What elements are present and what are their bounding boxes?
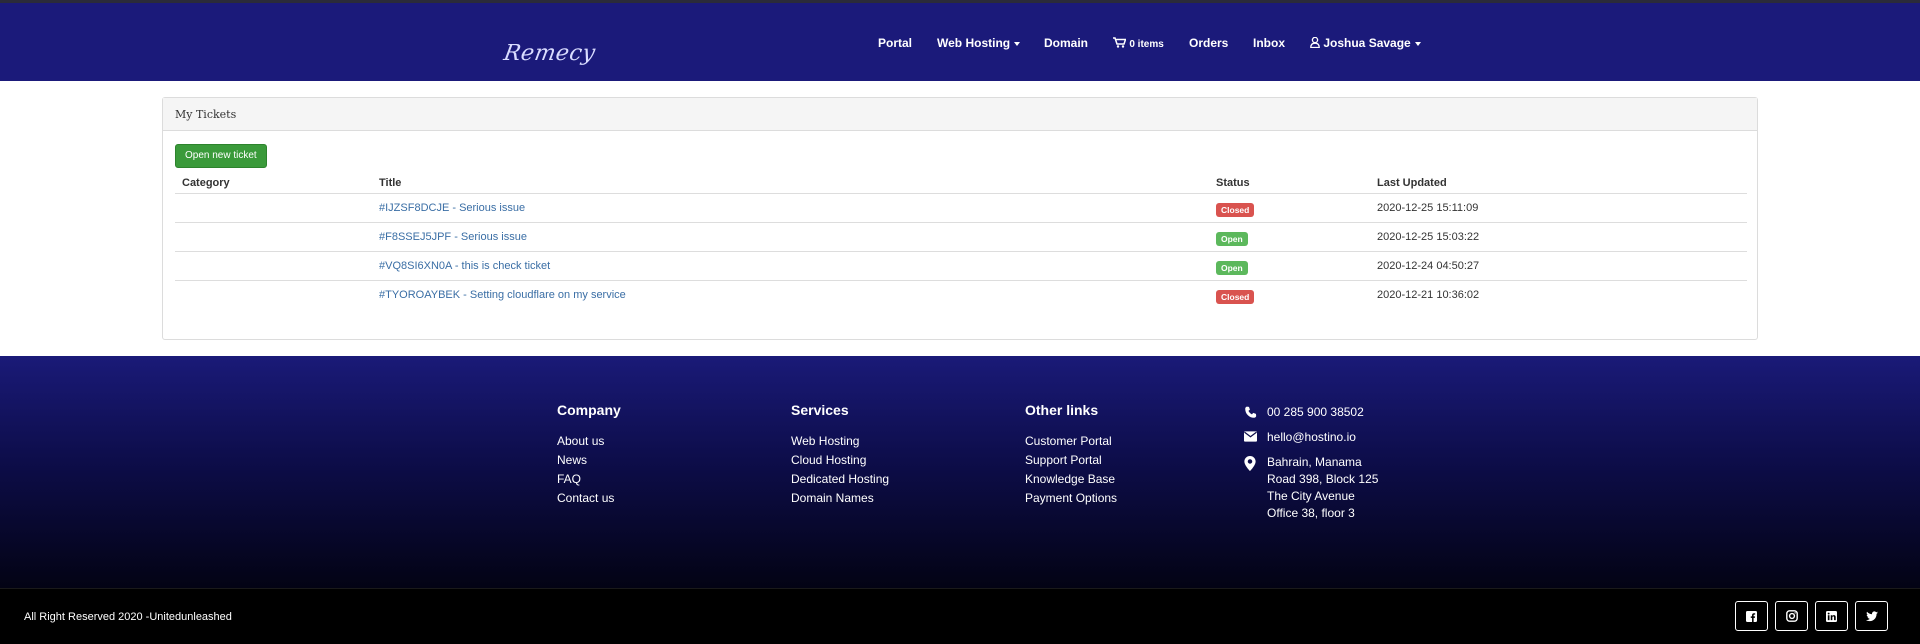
nav-domain[interactable]: Domain	[1044, 36, 1088, 50]
top-navbar: Remecy Portal Web Hosting Domain 0 items…	[0, 0, 1920, 81]
tickets-table: Category Title Status Last Updated #IJZS…	[175, 172, 1747, 310]
ticket-title-link[interactable]: #VQ8SI6XN0A - this is check ticket	[379, 260, 550, 272]
table-row: #IJZSF8DCJE - Serious issue Closed 2020-…	[175, 194, 1747, 223]
phone-number[interactable]: 00 285 900 38502	[1267, 405, 1364, 419]
chevron-down-icon	[1414, 41, 1421, 46]
cart-icon	[1113, 37, 1127, 48]
nav-portal[interactable]: Portal	[878, 36, 912, 50]
table-header: Category Title Status Last Updated	[175, 172, 1747, 194]
address-line: Bahrain, Manama	[1267, 455, 1362, 469]
address-line: Office 38, floor 3	[1267, 506, 1355, 520]
status-badge: Closed	[1216, 290, 1255, 304]
chevron-down-icon	[1014, 41, 1021, 46]
instagram-icon	[1785, 610, 1798, 622]
status-badge: Closed	[1216, 203, 1255, 217]
footer-link-contact-us[interactable]: Contact us	[557, 489, 621, 508]
ticket-updated: 2020-12-21 10:36:02	[1377, 289, 1480, 301]
ticket-updated: 2020-12-25 15:03:22	[1377, 231, 1480, 243]
phone-icon	[1245, 406, 1257, 418]
footer-link-dedicated-hosting[interactable]: Dedicated Hosting	[791, 470, 889, 489]
facebook-icon	[1746, 610, 1757, 622]
footer-contact: 00 285 900 38502 hello@hostino.io Bahrai…	[1244, 404, 1378, 530]
footer-link-customer-portal[interactable]: Customer Portal	[1025, 432, 1117, 451]
table-row: #VQ8SI6XN0A - this is check ticket Open …	[175, 252, 1747, 281]
table-row: #F8SSEJ5JPF - Serious issue Open 2020-12…	[175, 223, 1747, 252]
address-line: Road 398, Block 125	[1267, 472, 1379, 486]
column-status[interactable]: Status	[1216, 177, 1250, 189]
footer-services-column: Services Web Hosting Cloud Hosting Dedic…	[791, 402, 889, 508]
footer-link-payment-options[interactable]: Payment Options	[1025, 489, 1117, 508]
nav-cart[interactable]: 0 items	[1113, 36, 1164, 50]
column-title[interactable]: Title	[379, 177, 401, 189]
footer-heading: Other links	[1025, 402, 1099, 418]
contact-address: Bahrain, Manama Road 398, Block 125 The …	[1244, 454, 1378, 522]
facebook-button[interactable]	[1735, 601, 1768, 631]
footer-link-news[interactable]: News	[557, 451, 621, 470]
column-last-updated[interactable]: Last Updated	[1377, 177, 1447, 189]
ticket-title-link[interactable]: #F8SSEJ5JPF - Serious issue	[379, 231, 527, 243]
footer-link-cloud-hosting[interactable]: Cloud Hosting	[791, 451, 889, 470]
ticket-updated: 2020-12-25 15:11:09	[1377, 202, 1479, 214]
footer-heading: Company	[557, 402, 621, 418]
ticket-updated: 2020-12-24 04:50:27	[1377, 260, 1480, 272]
envelope-icon	[1244, 431, 1257, 442]
twitter-button[interactable]	[1855, 601, 1888, 631]
copyright-text: All Right Reserved 2020 -Unitedunleashed	[24, 611, 232, 623]
instagram-button[interactable]	[1775, 601, 1808, 631]
nav-web-hosting-label: Web Hosting	[937, 36, 1011, 50]
footer-heading: Services	[791, 402, 849, 418]
linkedin-button[interactable]	[1815, 601, 1848, 631]
footer-bottom-bar: All Right Reserved 2020 -Unitedunleashed	[0, 588, 1920, 644]
ticket-title-link[interactable]: #TYOROAYBEK - Setting cloudflare on my s…	[379, 289, 626, 301]
status-badge: Open	[1216, 232, 1248, 246]
nav-user-menu[interactable]: Joshua Savage	[1310, 36, 1421, 50]
footer-link-faq[interactable]: FAQ	[557, 470, 621, 489]
map-pin-icon	[1244, 456, 1256, 471]
site-footer: Company About us News FAQ Contact us Ser…	[0, 356, 1920, 588]
my-tickets-panel: My Tickets Open new ticket Category Titl…	[162, 97, 1758, 340]
footer-link-about-us[interactable]: About us	[557, 432, 621, 451]
column-category[interactable]: Category	[182, 177, 230, 189]
nav-inbox[interactable]: Inbox	[1253, 36, 1285, 50]
open-new-ticket-button[interactable]: Open new ticket	[175, 144, 267, 168]
footer-other-links-column: Other links Customer Portal Support Port…	[1025, 402, 1117, 508]
nav-links: Portal Web Hosting Domain 0 items Orders…	[0, 3, 1920, 84]
cart-count: 0 items	[1129, 39, 1164, 50]
panel-title: My Tickets	[163, 98, 1757, 131]
status-badge: Open	[1216, 261, 1248, 275]
twitter-icon	[1865, 610, 1878, 621]
email-address[interactable]: hello@hostino.io	[1267, 430, 1356, 444]
footer-link-support-portal[interactable]: Support Portal	[1025, 451, 1117, 470]
ticket-title-link[interactable]: #IJZSF8DCJE - Serious issue	[379, 202, 525, 214]
footer-link-knowledge-base[interactable]: Knowledge Base	[1025, 470, 1117, 489]
footer-link-domain-names[interactable]: Domain Names	[791, 489, 889, 508]
contact-email: hello@hostino.io	[1244, 429, 1378, 446]
footer-link-web-hosting[interactable]: Web Hosting	[791, 432, 889, 451]
address-line: The City Avenue	[1267, 489, 1355, 503]
user-name: Joshua Savage	[1323, 36, 1411, 50]
linkedin-icon	[1826, 610, 1837, 622]
table-row: #TYOROAYBEK - Setting cloudflare on my s…	[175, 281, 1747, 310]
nav-orders[interactable]: Orders	[1189, 36, 1228, 50]
user-icon	[1310, 36, 1320, 49]
contact-phone: 00 285 900 38502	[1244, 404, 1378, 421]
footer-company-column: Company About us News FAQ Contact us	[557, 402, 621, 508]
nav-web-hosting[interactable]: Web Hosting	[937, 36, 1021, 50]
